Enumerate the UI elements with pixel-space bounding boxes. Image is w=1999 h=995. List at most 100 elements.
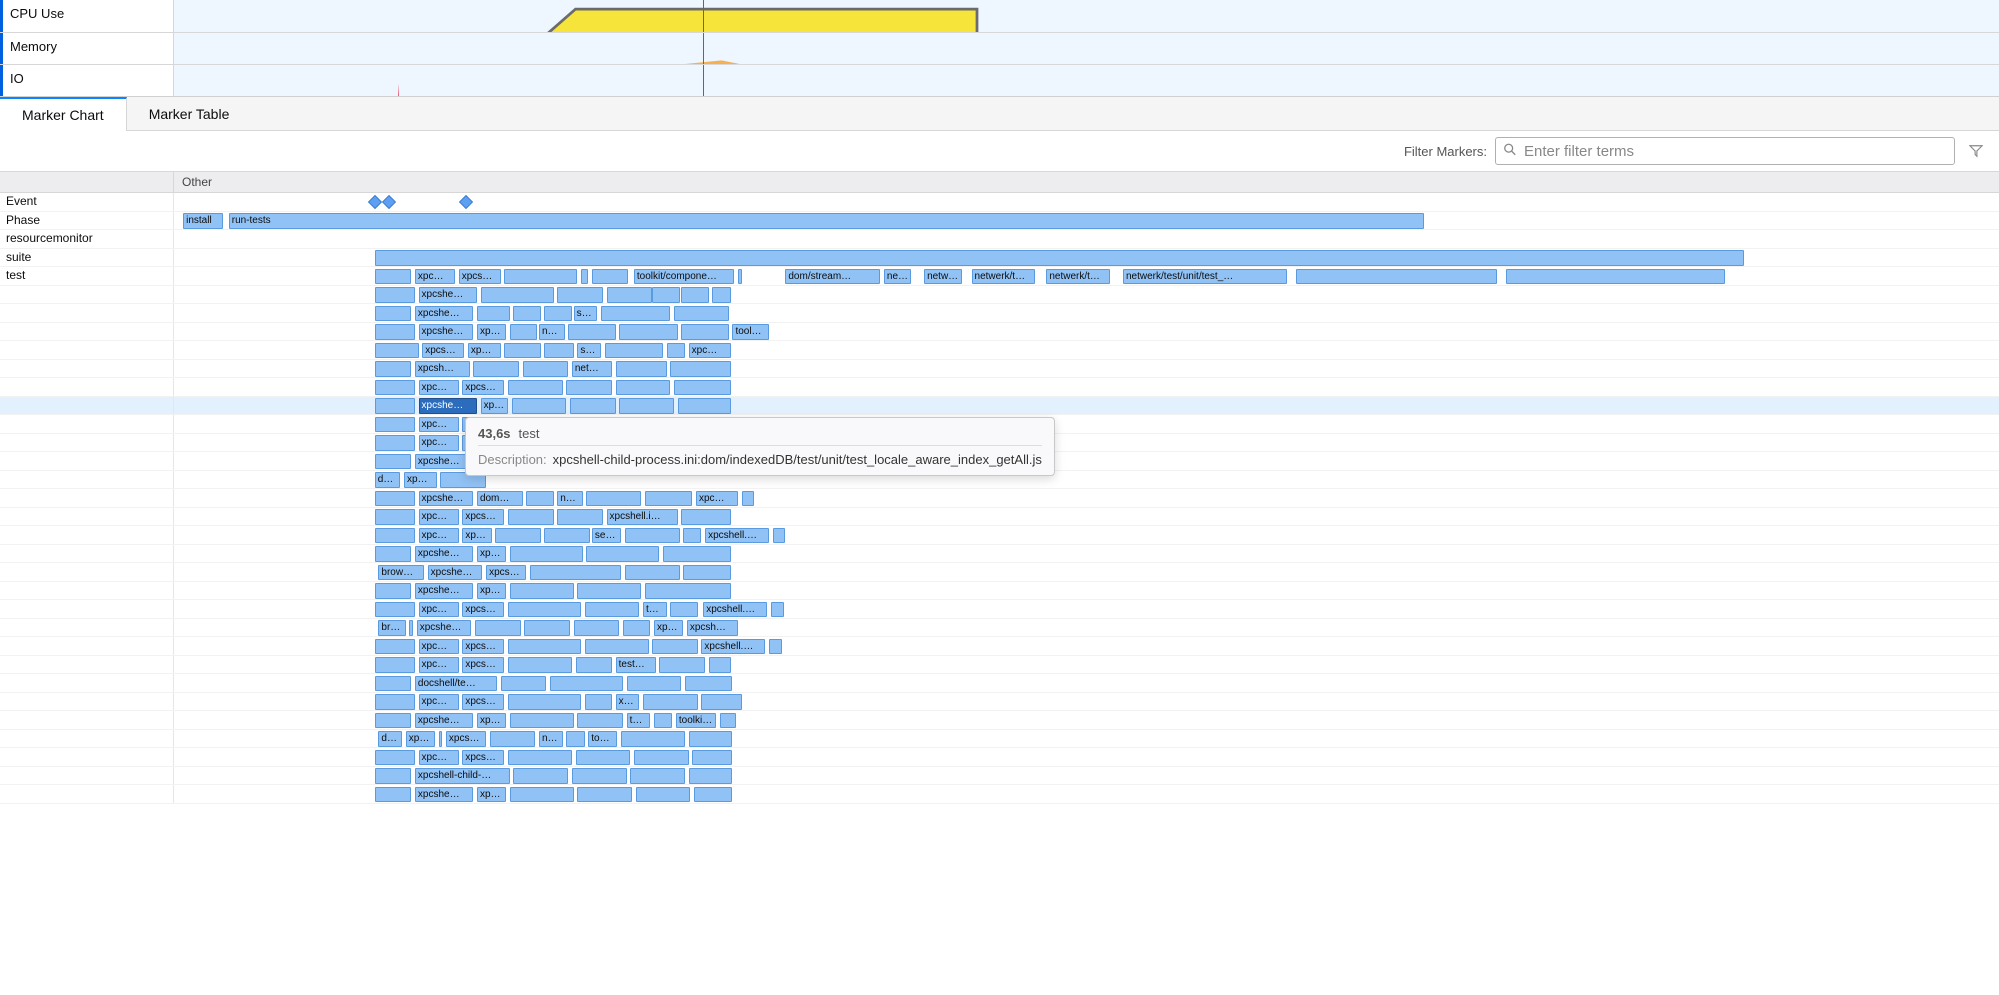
marker[interactable]: [375, 287, 415, 303]
row-track[interactable]: docshell/te…: [174, 674, 1999, 692]
marker[interactable]: [570, 398, 616, 414]
marker[interactable]: [652, 287, 679, 303]
marker[interactable]: [769, 639, 782, 655]
marker[interactable]: [574, 620, 620, 636]
row-track[interactable]: xpcshe…: [174, 452, 1999, 470]
marker[interactable]: [674, 306, 729, 322]
marker[interactable]: netw…: [924, 269, 962, 285]
marker[interactable]: [619, 324, 677, 340]
marker[interactable]: [709, 657, 731, 673]
marker[interactable]: se…: [592, 528, 621, 544]
marker[interactable]: x…: [616, 694, 640, 710]
marker[interactable]: xpc…: [419, 694, 459, 710]
marker[interactable]: [510, 713, 574, 729]
marker[interactable]: [576, 750, 631, 766]
marker[interactable]: [670, 602, 697, 618]
event-diamond[interactable]: [368, 195, 382, 209]
marker[interactable]: xpcsh…: [415, 361, 470, 377]
marker[interactable]: t…: [643, 602, 667, 618]
marker[interactable]: [601, 306, 670, 322]
marker[interactable]: xp…: [654, 620, 683, 636]
marker[interactable]: [375, 768, 412, 784]
marker[interactable]: [643, 694, 698, 710]
marker[interactable]: [512, 398, 567, 414]
marker[interactable]: [375, 787, 412, 803]
marker[interactable]: [375, 602, 415, 618]
marker[interactable]: [701, 694, 741, 710]
row-track[interactable]: xpcshe…xp…: [174, 545, 1999, 563]
marker[interactable]: [557, 509, 603, 525]
row-track[interactable]: xpcshe…dom…n…xpc…: [174, 489, 1999, 507]
marker[interactable]: [634, 750, 689, 766]
marker[interactable]: [683, 528, 701, 544]
row-track[interactable]: brow…xpcshe…xpcs…: [174, 563, 1999, 581]
marker[interactable]: [524, 620, 570, 636]
marker[interactable]: [504, 269, 577, 285]
marker[interactable]: [501, 676, 547, 692]
marker[interactable]: [544, 343, 573, 359]
marker[interactable]: [544, 306, 571, 322]
event-diamond[interactable]: [459, 195, 473, 209]
marker[interactable]: [652, 639, 698, 655]
marker[interactable]: [576, 657, 613, 673]
marker[interactable]: xpcshell.…: [703, 602, 767, 618]
marker[interactable]: [577, 583, 641, 599]
marker[interactable]: xpc…: [419, 435, 459, 451]
tab-marker-chart[interactable]: Marker Chart: [0, 97, 127, 131]
marker[interactable]: [654, 713, 672, 729]
marker[interactable]: net…: [572, 361, 612, 377]
marker[interactable]: xpcshe…: [428, 565, 483, 581]
marker[interactable]: [645, 491, 692, 507]
marker[interactable]: [490, 731, 536, 747]
marker[interactable]: [605, 343, 663, 359]
marker[interactable]: toolkit/compone…: [634, 269, 734, 285]
marker[interactable]: xp…: [404, 472, 437, 488]
marker[interactable]: [508, 657, 572, 673]
marker[interactable]: n…: [557, 491, 583, 507]
marker[interactable]: [566, 380, 612, 396]
marker[interactable]: xpcs…: [462, 694, 504, 710]
marker[interactable]: xp…: [462, 528, 491, 544]
marker[interactable]: [689, 768, 733, 784]
marker[interactable]: [659, 657, 705, 673]
marker[interactable]: install: [183, 213, 223, 229]
marker[interactable]: d…: [378, 731, 402, 747]
marker[interactable]: [694, 787, 732, 803]
marker[interactable]: [616, 380, 671, 396]
marker[interactable]: [667, 343, 685, 359]
marker[interactable]: [577, 787, 632, 803]
marker[interactable]: xpc…: [419, 750, 459, 766]
marker[interactable]: [585, 602, 640, 618]
row-track[interactable]: xpcsh… net…: [174, 360, 1999, 378]
row-track[interactable]: xpc…xpcs… x…: [174, 693, 1999, 711]
marker[interactable]: [477, 306, 510, 322]
marker[interactable]: [510, 787, 574, 803]
marker[interactable]: xpc…: [419, 417, 459, 433]
marker[interactable]: xpcs…: [462, 380, 504, 396]
marker[interactable]: [523, 361, 569, 377]
marker[interactable]: [685, 676, 732, 692]
marker[interactable]: xpc…: [419, 602, 459, 618]
marker[interactable]: xpc…: [415, 269, 455, 285]
row-track[interactable]: xpc…xpcs…xpcshell.i…: [174, 508, 1999, 526]
row-track[interactable]: xpc…xpcs…: [174, 378, 1999, 396]
marker[interactable]: [678, 398, 731, 414]
marker[interactable]: [720, 713, 736, 729]
marker[interactable]: xp…: [481, 398, 508, 414]
row-track[interactable]: xpc…xpcs…: [174, 748, 1999, 766]
row-track[interactable]: xpc…xpcs…xpcshell.…: [174, 637, 1999, 655]
marker[interactable]: dom/stream…: [785, 269, 880, 285]
marker[interactable]: too…: [588, 731, 617, 747]
marker[interactable]: [375, 546, 412, 562]
marker[interactable]: [473, 361, 519, 377]
row-track[interactable]: xpcshell-child-…: [174, 767, 1999, 785]
marker[interactable]: xpcshe…: [419, 287, 477, 303]
marker[interactable]: [607, 287, 653, 303]
marker[interactable]: xp…: [477, 546, 506, 562]
marker[interactable]: [625, 528, 680, 544]
marker[interactable]: [526, 491, 553, 507]
marker[interactable]: [508, 694, 581, 710]
marker[interactable]: s…: [577, 343, 601, 359]
marker[interactable]: [663, 546, 731, 562]
row-track[interactable]: installrun-tests: [174, 212, 1999, 230]
